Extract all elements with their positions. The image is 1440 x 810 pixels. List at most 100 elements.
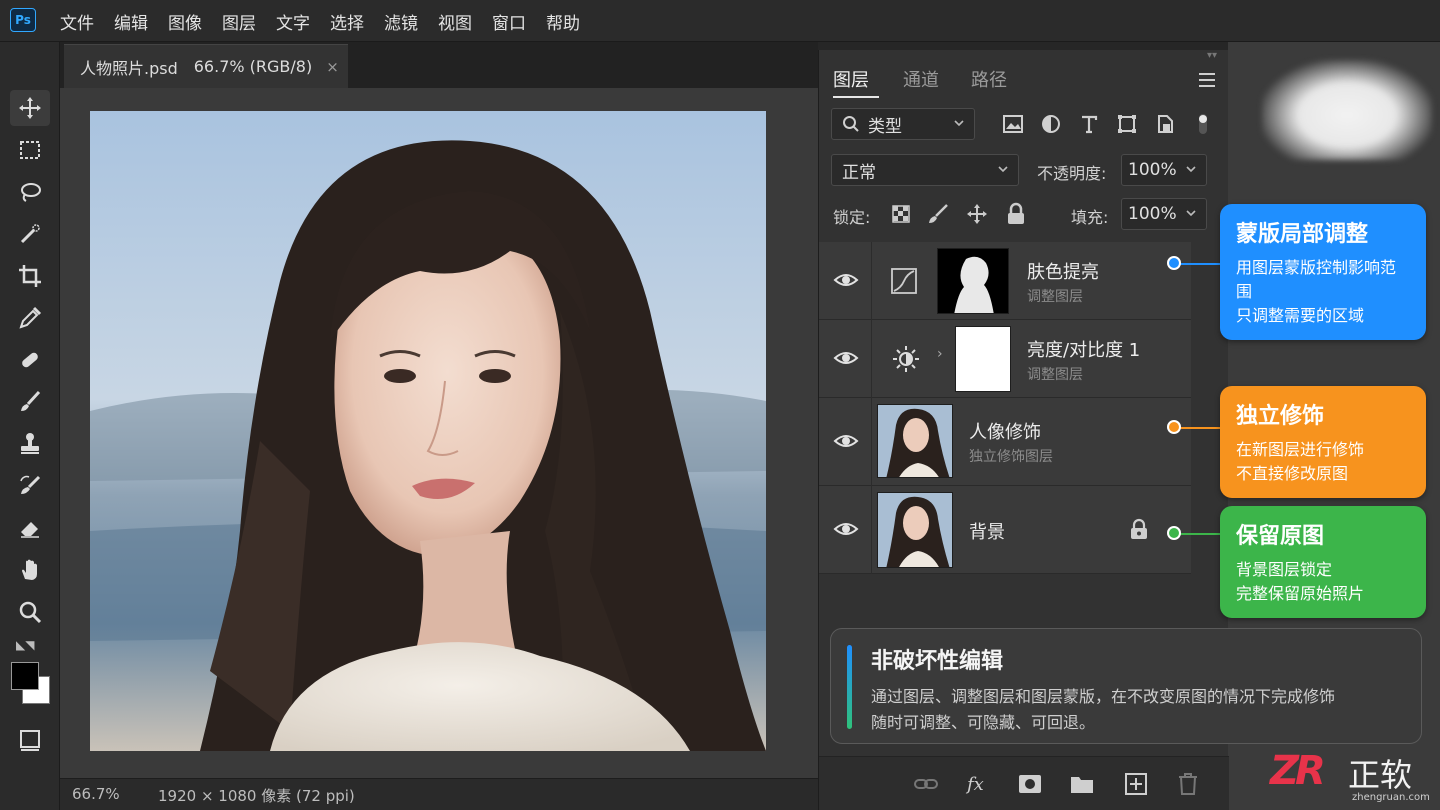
canvas-area[interactable] — [60, 88, 818, 778]
move-tool-icon[interactable] — [10, 90, 50, 126]
callout-connector — [1176, 427, 1222, 429]
eraser-tool-icon[interactable] — [10, 510, 50, 546]
visibility-eye-icon[interactable] — [833, 267, 859, 293]
add-mask-icon[interactable] — [1017, 771, 1043, 797]
document-mode: 66.7% (RGB/8) — [193, 57, 313, 76]
lock-position-icon[interactable] — [965, 202, 989, 226]
visibility-eye-icon[interactable] — [833, 345, 859, 371]
link-layers-icon[interactable] — [913, 771, 939, 797]
quick-select-tool-icon[interactable] — [10, 216, 50, 252]
curves-adjustment-icon[interactable] — [889, 266, 919, 296]
layer-filter-dropdown[interactable]: 类型 — [831, 108, 975, 140]
tab-channels[interactable]: 通道 — [903, 66, 939, 92]
menu-select[interactable]: 选择 — [330, 9, 364, 34]
lock-label: 锁定: — [833, 208, 871, 227]
callout-independent-retouch: 独立修饰 在新图层进行修饰 不直接修改原图 — [1220, 386, 1426, 498]
new-group-icon[interactable] — [1069, 771, 1095, 797]
fill-input[interactable]: 100% — [1121, 198, 1207, 230]
background-cloud — [1262, 60, 1432, 160]
zoom-tool-icon[interactable] — [10, 594, 50, 630]
brightness-contrast-icon[interactable] — [891, 344, 921, 374]
menu-window[interactable]: 窗口 — [492, 9, 526, 34]
divider — [871, 242, 872, 320]
menu-filter[interactable]: 滤镜 — [384, 9, 418, 34]
delete-layer-icon[interactable] — [1175, 771, 1201, 797]
fill-label: 填充: — [1071, 208, 1109, 227]
info-line: 随时可调整、可隐藏、可回退。 — [871, 713, 1096, 732]
layer-row-background[interactable]: 背景 — [819, 486, 1191, 574]
chevron-down-icon — [998, 166, 1008, 173]
portrait-illustration — [90, 111, 766, 751]
layer-name: 亮度/对比度 1 — [1027, 340, 1141, 361]
opacity-value: 100% — [1128, 160, 1177, 180]
portrait-photo[interactable] — [90, 111, 766, 751]
marquee-tool-icon[interactable] — [10, 132, 50, 168]
layer-row-portrait-retouch[interactable]: 人像修饰 独立修饰图层 — [819, 398, 1191, 486]
smart-object-filter-icon[interactable] — [1153, 112, 1177, 136]
photoshop-window: Ps 文件 编辑 图像 图层 文字 选择 滤镜 视图 窗口 帮助 ◂▸ — [0, 0, 1440, 810]
blend-mode-dropdown[interactable]: 正常 — [831, 154, 1019, 186]
eyedropper-tool-icon[interactable] — [10, 300, 50, 336]
callout-title: 独立修饰 — [1236, 404, 1325, 429]
brush-tool-icon[interactable] — [10, 384, 50, 420]
type-layer-filter-icon[interactable] — [1077, 112, 1101, 136]
opacity-input[interactable]: 100% — [1121, 154, 1207, 186]
foreground-color-swatch[interactable] — [11, 662, 39, 690]
layer-lock-icon[interactable] — [1129, 518, 1149, 540]
callout-dot — [1167, 420, 1181, 434]
lock-image-pixels-icon[interactable] — [927, 203, 949, 225]
menu-edit[interactable]: 编辑 — [114, 9, 148, 34]
shape-layer-filter-icon[interactable] — [1115, 112, 1139, 136]
info-card: 非破坏性编辑 通过图层、调整图层和图层蒙版，在不改变原图的情况下完成修饰 随时可… — [830, 628, 1422, 744]
info-accent-bar — [847, 645, 852, 729]
menu-type[interactable]: 文字 — [276, 9, 310, 34]
close-tab-icon[interactable]: × — [326, 58, 339, 76]
document-tab[interactable]: 人物照片.psd 66.7% (RGB/8) × — [64, 44, 348, 88]
hand-tool-icon[interactable] — [10, 552, 50, 588]
menu-image[interactable]: 图像 — [168, 9, 202, 34]
layer-mask-thumbnail[interactable] — [955, 326, 1011, 392]
menu-file[interactable]: 文件 — [60, 9, 94, 34]
tools-panel: ◂▸ — [0, 42, 60, 810]
healing-brush-tool-icon[interactable] — [10, 342, 50, 378]
tab-layers[interactable]: 图层 — [833, 66, 869, 92]
layer-row-brightness-contrast[interactable]: › 亮度/对比度 1 调整图层 — [819, 320, 1191, 398]
tab-paths[interactable]: 路径 — [971, 66, 1007, 92]
app-logo[interactable]: Ps — [10, 8, 36, 32]
layer-style-fx-icon[interactable]: fx — [965, 771, 991, 797]
crop-tool-icon[interactable] — [10, 258, 50, 294]
adjustment-layer-filter-icon[interactable] — [1039, 112, 1063, 136]
history-brush-tool-icon[interactable] — [10, 468, 50, 504]
menu-help[interactable]: 帮助 — [546, 9, 580, 34]
watermark-url: zhengruan.com — [1352, 792, 1430, 803]
visibility-eye-icon[interactable] — [833, 516, 859, 542]
chevron-down-icon — [1186, 210, 1196, 217]
new-layer-icon[interactable] — [1123, 771, 1149, 797]
pixel-layer-filter-icon[interactable] — [1001, 112, 1025, 136]
lock-transparent-pixels-icon[interactable] — [891, 204, 911, 224]
active-tab-indicator — [833, 96, 879, 98]
visibility-eye-icon[interactable] — [833, 428, 859, 454]
layer-name: 背景 — [969, 522, 1005, 543]
clone-stamp-tool-icon[interactable] — [10, 426, 50, 462]
panel-menu-icon[interactable] — [1197, 72, 1217, 92]
lock-all-icon[interactable] — [1005, 202, 1027, 226]
layer-row-skin-brighten[interactable]: 肤色提亮 调整图层 — [819, 242, 1191, 320]
layer-thumbnail[interactable] — [877, 492, 953, 568]
zoom-level[interactable]: 66.7% — [72, 785, 120, 803]
layer-mask-thumbnail[interactable] — [937, 248, 1009, 314]
filter-toggle-icon[interactable] — [1191, 112, 1215, 136]
callout-connector — [1176, 533, 1222, 535]
fill-value: 100% — [1128, 204, 1177, 224]
screen-mode-icon[interactable] — [10, 722, 50, 758]
menu-layer[interactable]: 图层 — [222, 9, 256, 34]
callout-line: 在新图层进行修饰 — [1236, 440, 1365, 459]
layer-thumbnail[interactable] — [877, 404, 953, 478]
menu-bar: Ps 文件 编辑 图像 图层 文字 选择 滤镜 视图 窗口 帮助 — [0, 0, 1440, 42]
divider — [871, 486, 872, 574]
swap-colors-icon[interactable]: ◣◥ — [16, 638, 34, 652]
info-line: 通过图层、调整图层和图层蒙版，在不改变原图的情况下完成修饰 — [871, 687, 1336, 706]
callout-dot — [1167, 526, 1181, 540]
lasso-tool-icon[interactable] — [10, 174, 50, 210]
menu-view[interactable]: 视图 — [438, 9, 472, 34]
